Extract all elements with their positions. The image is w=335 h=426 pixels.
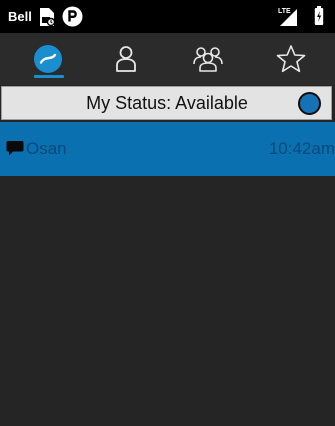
- message-icon: [6, 141, 24, 156]
- tab-groups[interactable]: [166, 33, 250, 85]
- my-status-row[interactable]: My Status: Available: [1, 86, 332, 120]
- star-icon: [276, 45, 306, 73]
- my-status-label: My Status: Available: [86, 93, 248, 113]
- signal-icon: LTE: [278, 8, 297, 26]
- parking-icon: [62, 6, 83, 27]
- app-screen: Bell LTE My Status: Available Osan 10:42…: [0, 0, 335, 426]
- conversation-time: 10:42am: [268, 139, 335, 158]
- active-tab-indicator: [34, 75, 64, 78]
- status-indicator-icon: [298, 92, 321, 115]
- conversation-row[interactable]: Osan 10:42am: [0, 122, 335, 176]
- battery-icon: [314, 6, 324, 25]
- carrier-name: Bell: [8, 9, 32, 24]
- sim-card-icon: [40, 8, 56, 27]
- tab-favorites[interactable]: [249, 33, 333, 85]
- conversation-name: Osan: [26, 139, 67, 158]
- person-icon: [116, 46, 136, 72]
- tab-contacts[interactable]: [84, 33, 168, 85]
- status-bar: Bell LTE: [0, 0, 335, 33]
- network-type-label: LTE: [278, 8, 291, 15]
- group-icon: [193, 47, 223, 72]
- chat-bubble-icon: [34, 45, 62, 73]
